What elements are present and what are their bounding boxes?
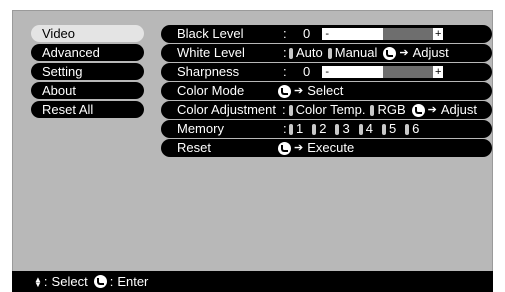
option-pill-icon: [381, 123, 386, 135]
enter-icon: [93, 275, 107, 288]
arrow-right-icon: ➔: [294, 85, 304, 97]
white-level-manual-option[interactable]: Manual: [335, 44, 378, 62]
black-level-value: 0: [303, 26, 311, 41]
memory-slot-5[interactable]: 5: [389, 120, 396, 138]
memory-label: Memory: [177, 121, 224, 136]
option-pill-icon: [312, 123, 317, 135]
black-level-slider[interactable]: - +: [322, 28, 444, 40]
option-pill-icon: [327, 47, 332, 59]
separator: :: [43, 274, 48, 289]
color-temp-option[interactable]: Color Temp.: [296, 101, 366, 119]
sidebar-item-label: Setting: [42, 64, 83, 79]
arrow-right-icon: ➔: [399, 47, 409, 59]
white-level-auto-option[interactable]: Auto: [296, 44, 323, 62]
color-adjustment-label: Color Adjustment: [177, 102, 276, 117]
color-adjustment-row[interactable]: Color Adjustment : Color Temp. RGB ➔ Adj…: [161, 101, 492, 119]
sidebar-item-video[interactable]: Video: [31, 25, 144, 42]
white-level-adjust[interactable]: Adjust: [413, 44, 449, 62]
sidebar-item-about[interactable]: About: [31, 82, 144, 99]
status-select-label: Select: [51, 274, 88, 289]
memory-slot-3[interactable]: 3: [342, 120, 349, 138]
separator: :: [283, 121, 287, 136]
sidebar-item-label: Reset All: [42, 102, 94, 117]
minus-marker: -: [322, 28, 333, 40]
white-level-label: White Level: [177, 45, 245, 60]
option-pill-icon: [370, 104, 375, 116]
memory-slot-6[interactable]: 6: [412, 120, 419, 138]
option-pill-icon: [405, 123, 410, 135]
reset-execute[interactable]: Execute: [307, 139, 354, 157]
reset-label: Reset: [177, 140, 211, 155]
option-pill-icon: [335, 123, 340, 135]
memory-slot-1[interactable]: 1: [296, 120, 303, 138]
color-mode-row[interactable]: Color Mode ➔ Select: [161, 82, 492, 100]
status-enter-label: Enter: [117, 274, 149, 289]
sharpness-fill: [332, 66, 384, 78]
sharpness-row[interactable]: Sharpness : 0 - +: [161, 63, 492, 81]
memory-slot-2[interactable]: 2: [319, 120, 326, 138]
sharpness-value: 0: [303, 64, 311, 79]
memory-slot-4[interactable]: 4: [366, 120, 373, 138]
sidebar-item-advanced[interactable]: Advanced: [31, 44, 144, 61]
plus-marker: +: [433, 28, 444, 40]
sidebar-item-label: About: [42, 83, 76, 98]
enter-icon: [383, 46, 397, 60]
option-pill-icon: [289, 47, 293, 59]
option-pill-icon: [288, 104, 293, 116]
separator: :: [283, 64, 287, 79]
option-pill-icon: [289, 123, 293, 135]
black-level-row[interactable]: Black Level : 0 - +: [161, 25, 492, 43]
updown-icon: ▲ ▼: [34, 274, 42, 289]
reset-row[interactable]: Reset ➔ Execute: [161, 139, 492, 157]
option-pill-icon: [358, 123, 363, 135]
white-level-row[interactable]: White Level : Auto Manual ➔ Adjust: [161, 44, 492, 62]
separator: :: [283, 26, 287, 41]
plus-marker: +: [433, 66, 444, 78]
black-level-fill: [332, 28, 384, 40]
status-bar: ▲ ▼ : Select : Enter: [12, 271, 493, 292]
arrow-right-icon: ➔: [427, 104, 437, 116]
enter-icon: [278, 141, 291, 155]
sidebar-item-reset-all[interactable]: Reset All: [31, 101, 144, 118]
color-adjustment-adjust[interactable]: Adjust: [441, 101, 477, 119]
sharpness-slider[interactable]: - +: [322, 66, 444, 78]
separator: :: [283, 45, 287, 60]
black-level-label: Black Level: [177, 26, 244, 41]
color-mode-label: Color Mode: [177, 83, 245, 98]
sharpness-label: Sharpness: [177, 64, 240, 79]
enter-icon: [278, 84, 291, 98]
rgb-option[interactable]: RGB: [377, 101, 405, 119]
memory-row[interactable]: Memory : 1 2 3 4 5 6: [161, 120, 492, 138]
arrow-right-icon: ➔: [294, 142, 304, 154]
separator: :: [109, 274, 114, 289]
minus-marker: -: [322, 66, 333, 78]
sidebar-item-setting[interactable]: Setting: [31, 63, 144, 80]
enter-icon: [411, 103, 425, 117]
color-mode-select[interactable]: Select: [307, 82, 343, 100]
sidebar-item-label: Video: [42, 26, 76, 41]
sidebar-item-label: Advanced: [42, 45, 100, 60]
separator: :: [282, 102, 286, 117]
